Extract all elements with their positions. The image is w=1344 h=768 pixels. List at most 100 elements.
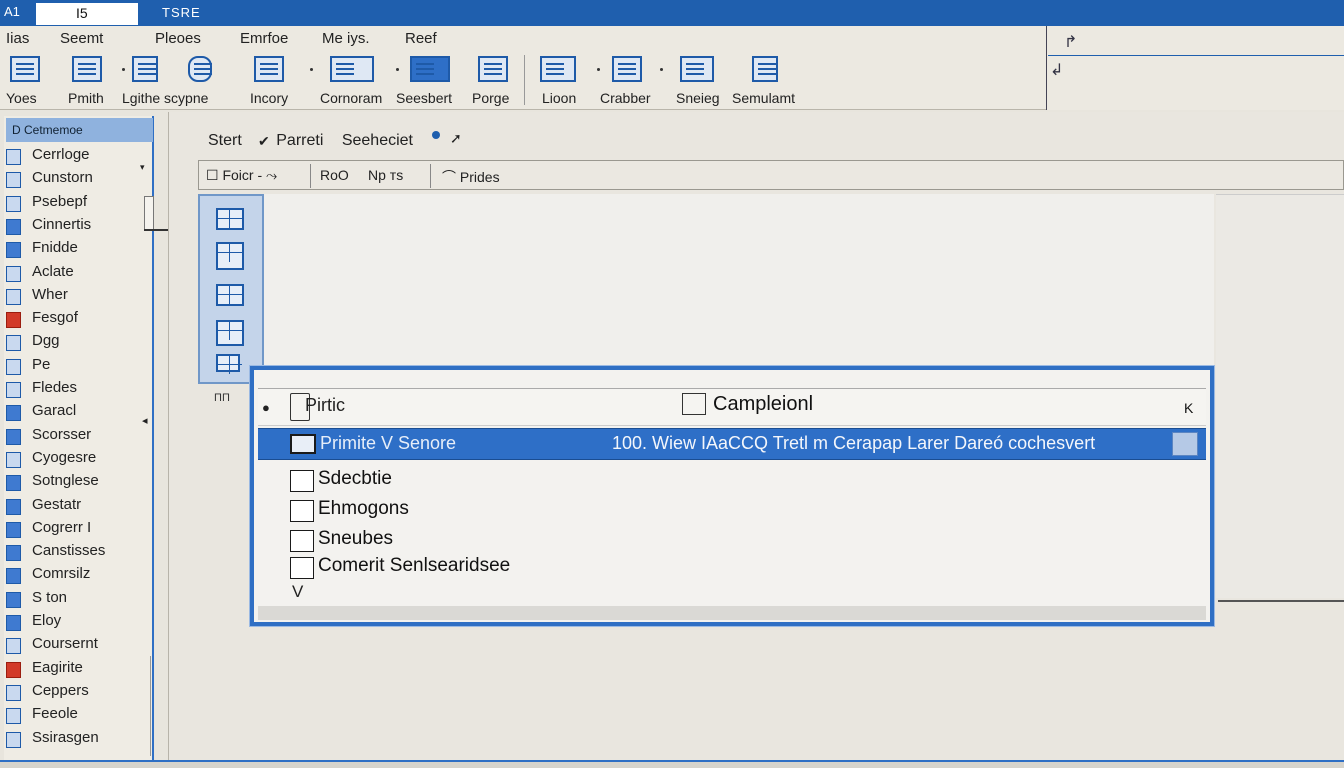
filter-button[interactable]: ☐ Foicr - ⤳ [206, 167, 277, 187]
sidebar-item[interactable]: Fnidde [6, 239, 151, 261]
sidebar-item[interactable]: Cinnertis [6, 216, 151, 238]
sidebar-item-icon [6, 382, 21, 398]
print-icon[interactable] [72, 56, 102, 82]
table-icon[interactable] [612, 56, 642, 82]
right-panel-divider [1048, 55, 1344, 56]
menu-emrfoe[interactable]: Emrfoe [240, 30, 288, 47]
layout-grid-icon[interactable] [216, 320, 244, 346]
sidebar-item[interactable]: Ssirasgen [6, 729, 151, 751]
cursor-icon: ➚ [450, 130, 462, 146]
sidebar-item[interactable]: Garacl [6, 402, 151, 424]
grid-icon[interactable] [216, 208, 244, 230]
sidebar-item[interactable]: Ceppers [6, 682, 151, 704]
link-icon[interactable] [540, 56, 576, 82]
ruler-line [1218, 600, 1344, 602]
sidebar-item-label: Garacl [32, 402, 77, 420]
sidebar-item[interactable]: Dgg [6, 332, 151, 354]
sidebar-divider [150, 656, 151, 756]
sidebar-item[interactable]: Cerrloge [6, 146, 151, 168]
sidebar-item[interactable]: Canstisses [6, 542, 151, 564]
sidebar-item[interactable]: Feeole [6, 705, 151, 727]
row-menu-icon[interactable] [1172, 432, 1198, 456]
sidebar-item[interactable]: Pe [6, 356, 151, 378]
close-button[interactable]: K [1184, 400, 1193, 416]
ribbon-label-crabber: Crabber [600, 90, 651, 106]
pointer-arrow-icon[interactable]: ◂ [142, 414, 148, 427]
sidebar-item[interactable]: Fledes [6, 379, 151, 401]
sidebar-item[interactable]: Psebepf [6, 193, 151, 215]
history-icon[interactable] [254, 56, 284, 82]
chart-grid-icon[interactable] [216, 242, 244, 270]
sidebar-item[interactable]: Cyogesre [6, 449, 151, 471]
breadcrumb-start[interactable]: Stert [208, 132, 242, 149]
cell-reference[interactable]: A1 [4, 4, 20, 19]
sidebar-item[interactable]: Fesgof [6, 309, 151, 331]
sign-icon[interactable] [680, 56, 714, 82]
sidebar-item[interactable]: Cunstorn [6, 169, 151, 191]
sidebar-item[interactable]: Comrsilz [6, 565, 151, 587]
breadcrumb-search[interactable]: Seeheciet [342, 132, 413, 149]
menu-me-iys[interactable]: Me iys. [322, 30, 370, 47]
ribbon-separator [524, 55, 525, 105]
sidebar-item-icon [6, 218, 21, 235]
sidebar-item-icon [6, 428, 21, 445]
ribbon-label-pmith: Pmith [68, 90, 104, 106]
layout-icon[interactable] [132, 56, 158, 82]
breadcrumb-parent[interactable]: Parreti [276, 132, 323, 149]
sidebar-item-label: Feeole [32, 705, 78, 723]
ribbon-label-porge: Porge [472, 90, 510, 106]
cell-value-field[interactable]: I5 [36, 3, 138, 25]
mail-icon[interactable] [410, 56, 450, 82]
sidebar-item-icon [6, 661, 21, 678]
numbers-button[interactable]: Nр тs [368, 167, 403, 187]
program-icon[interactable] [330, 56, 374, 82]
menu-pleoes[interactable]: Pleoes [155, 30, 201, 47]
undo-arrow-icon[interactable]: ↲ [1050, 60, 1063, 80]
sidebar-item[interactable]: Coursernt [6, 635, 151, 657]
row-button[interactable]: RoO [320, 167, 349, 187]
sidebar-item[interactable]: Aclate [6, 263, 151, 285]
ribbon-label-yoes: Yoes [6, 90, 37, 106]
sidebar-item[interactable]: Cogrerr I [6, 519, 151, 541]
table-grid-icon[interactable] [216, 284, 244, 306]
checkbox-icon[interactable] [290, 434, 316, 454]
sidebar-item-icon [6, 335, 21, 352]
menu-iias[interactable]: Iias [6, 30, 29, 47]
sidebar-item-icon [6, 591, 21, 608]
sidebar-item[interactable]: Ѕ ton [6, 589, 151, 611]
page-icon[interactable] [478, 56, 508, 82]
window-title: TSRE [162, 5, 201, 20]
search-lens-icon[interactable] [188, 56, 212, 82]
sidebar-item-label: Ssirasgen [32, 728, 99, 746]
filter-icon[interactable]: V [292, 582, 303, 602]
sidebar-item-label: Cerrloge [32, 146, 90, 163]
separator-dot [122, 68, 125, 71]
sidebar-item-icon [6, 242, 21, 259]
sidebar-item[interactable]: Eloy [6, 612, 151, 634]
separator-dot [396, 68, 399, 71]
prides-button[interactable]: ⌒ Prides [442, 167, 500, 187]
summary-icon[interactable] [752, 56, 778, 82]
sidebar-item[interactable]: Gestatr [6, 496, 151, 518]
screen-icon[interactable] [216, 354, 242, 374]
sidebar-item[interactable]: Sotnglese [6, 472, 151, 494]
sidebar-item-icon [6, 475, 21, 492]
sidebar-scrollbar[interactable] [144, 196, 154, 230]
sidebar-item-icon [6, 708, 21, 725]
sidebar-header[interactable]: D Cetmemoe [6, 118, 153, 142]
view-icon[interactable] [10, 56, 40, 82]
redo-arrow-icon[interactable]: ↱ [1064, 32, 1077, 52]
collapse-arrow-icon[interactable]: ▾ [140, 162, 145, 173]
menu-reef[interactable]: Reef [405, 30, 437, 47]
toolbar-separator [310, 164, 311, 188]
sidebar-item[interactable]: Scorsser [6, 426, 151, 448]
sidebar-item[interactable]: Eagirite [6, 659, 151, 681]
selected-row-name: Primite V Senore [320, 433, 457, 453]
menu-seemt[interactable]: Seemt [60, 30, 103, 47]
sidebar-item-label: Ceppers [32, 681, 89, 699]
sidebar-item-icon [6, 498, 21, 515]
dialog-header-label: Pirtic [305, 395, 345, 415]
sidebar-item[interactable]: Wher [6, 286, 151, 308]
sidebar-item-label: Eloy [32, 612, 62, 629]
title-bar [0, 0, 1344, 26]
